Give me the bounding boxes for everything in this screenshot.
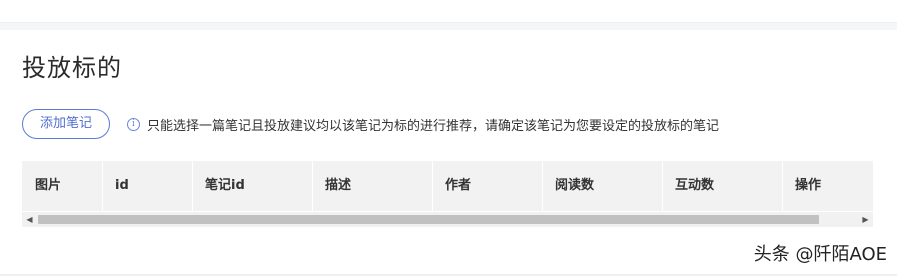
hint-message: i 只能选择一篇笔记且投放建议均以该笔记为标的进行推荐，请确定该笔记为您要设定的… <box>127 114 719 134</box>
scrollbar-thumb[interactable] <box>38 215 819 224</box>
column-header-reads[interactable]: 阅读数 <box>542 161 662 211</box>
notes-table: 图片 id 笔记id 描述 作者 阅读数 互动数 操作 ◀ ▶ <box>22 161 873 227</box>
column-header-image[interactable]: 图片 <box>22 161 102 211</box>
page-title: 投放标的 <box>22 54 122 82</box>
scroll-left-arrow-icon[interactable]: ◀ <box>22 212 37 227</box>
watermark: 头条 @阡陌AOE <box>753 244 887 265</box>
top-bar <box>0 0 897 23</box>
column-header-actions[interactable]: 操作 <box>782 161 873 211</box>
add-note-button[interactable]: 添加笔记 <box>22 109 110 139</box>
column-header-interactions[interactable]: 互动数 <box>662 161 782 211</box>
column-header-author[interactable]: 作者 <box>432 161 542 211</box>
table-header: 图片 id 笔记id 描述 作者 阅读数 互动数 操作 <box>22 161 873 211</box>
info-icon: i <box>127 117 140 131</box>
column-header-id[interactable]: id <box>102 161 192 211</box>
column-header-description[interactable]: 描述 <box>312 161 432 211</box>
hint-text: 只能选择一篇笔记且投放建议均以该笔记为标的进行推荐，请确定该笔记为您要设定的投放… <box>147 118 720 134</box>
scroll-right-arrow-icon[interactable]: ▶ <box>858 212 873 227</box>
targeting-panel: 投放标的 添加笔记 i 只能选择一篇笔记且投放建议均以该笔记为标的进行推荐，请确… <box>0 30 897 274</box>
horizontal-scrollbar[interactable]: ◀ ▶ <box>22 212 873 227</box>
column-header-note-id[interactable]: 笔记id <box>192 161 312 211</box>
